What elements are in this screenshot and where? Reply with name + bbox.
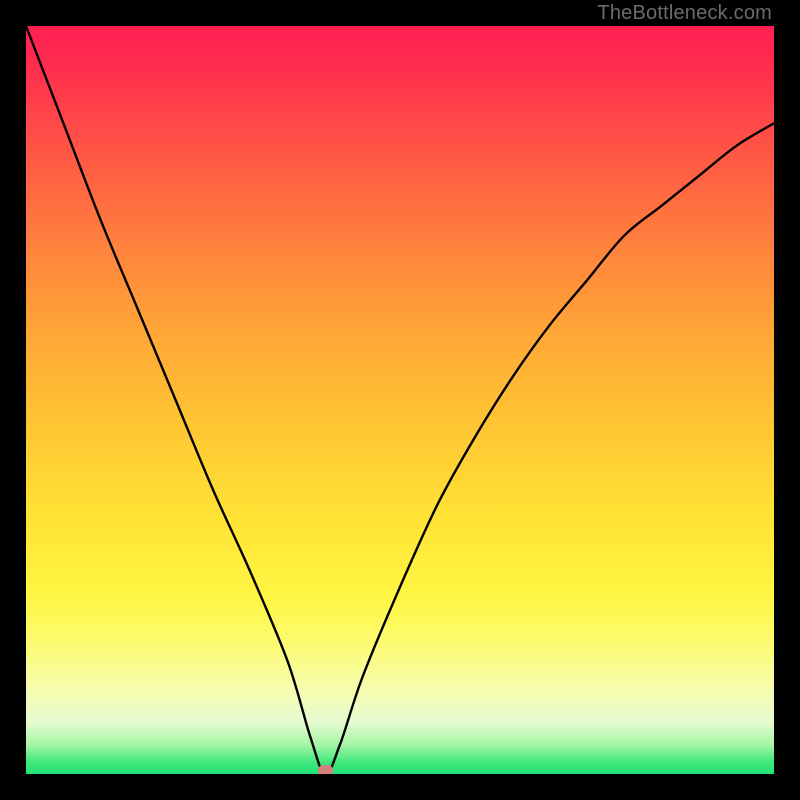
watermark-text: TheBottleneck.com <box>597 2 772 25</box>
bottleneck-curve <box>26 26 774 774</box>
chart-frame: TheBottleneck.com <box>0 0 800 800</box>
plot-area <box>26 26 774 774</box>
optimal-point-marker <box>318 765 333 774</box>
